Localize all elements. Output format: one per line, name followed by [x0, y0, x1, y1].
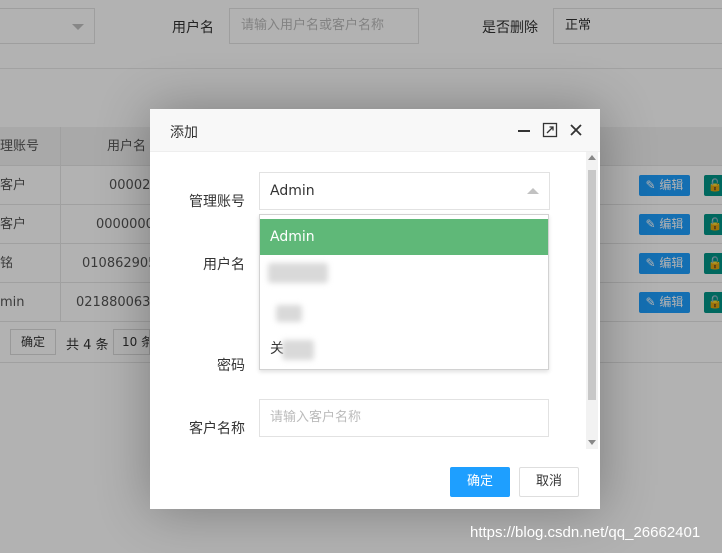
- scrollbar-thumb[interactable]: [588, 170, 596, 400]
- dropdown-option[interactable]: [260, 295, 548, 331]
- dialog-scrollbar[interactable]: [586, 152, 598, 449]
- redacted-text: [282, 340, 314, 360]
- add-dialog: 添加 管理账号 Admin 用户名 密码 客户名称 请输入客户名称 Admin …: [150, 109, 600, 509]
- account-select-value: Admin: [270, 183, 315, 199]
- confirm-button[interactable]: 确定: [450, 467, 510, 497]
- dropdown-option[interactable]: [260, 255, 548, 291]
- customer-name-input[interactable]: 请输入客户名称: [259, 399, 549, 437]
- account-select[interactable]: Admin: [259, 172, 550, 210]
- maximize-icon[interactable]: [541, 121, 559, 139]
- dialog-footer: 确定 取消: [150, 449, 600, 509]
- account-label: 管理账号: [189, 194, 245, 210]
- dropdown-option-admin[interactable]: Admin: [260, 219, 548, 255]
- redacted-text: [268, 263, 328, 283]
- scroll-down-icon[interactable]: [588, 440, 596, 445]
- dialog-header: 添加: [150, 109, 600, 152]
- dropdown-option[interactable]: 关: [260, 331, 548, 367]
- close-icon[interactable]: [567, 121, 585, 139]
- cancel-button[interactable]: 取消: [519, 467, 579, 497]
- customer-label: 客户名称: [189, 421, 245, 437]
- watermark: https://blog.csdn.net/qq_26662401: [470, 524, 701, 541]
- caret-up-icon: [527, 188, 539, 194]
- minimize-icon[interactable]: [515, 121, 533, 139]
- username-label: 用户名: [203, 257, 245, 273]
- account-dropdown: Admin 关: [259, 214, 549, 370]
- redacted-text: [276, 305, 302, 322]
- scroll-up-icon[interactable]: [588, 155, 596, 160]
- password-label: 密码: [217, 358, 245, 374]
- dialog-body: 管理账号 Admin 用户名 密码 客户名称 请输入客户名称 Admin 关: [150, 152, 600, 449]
- dialog-title: 添加: [170, 125, 198, 141]
